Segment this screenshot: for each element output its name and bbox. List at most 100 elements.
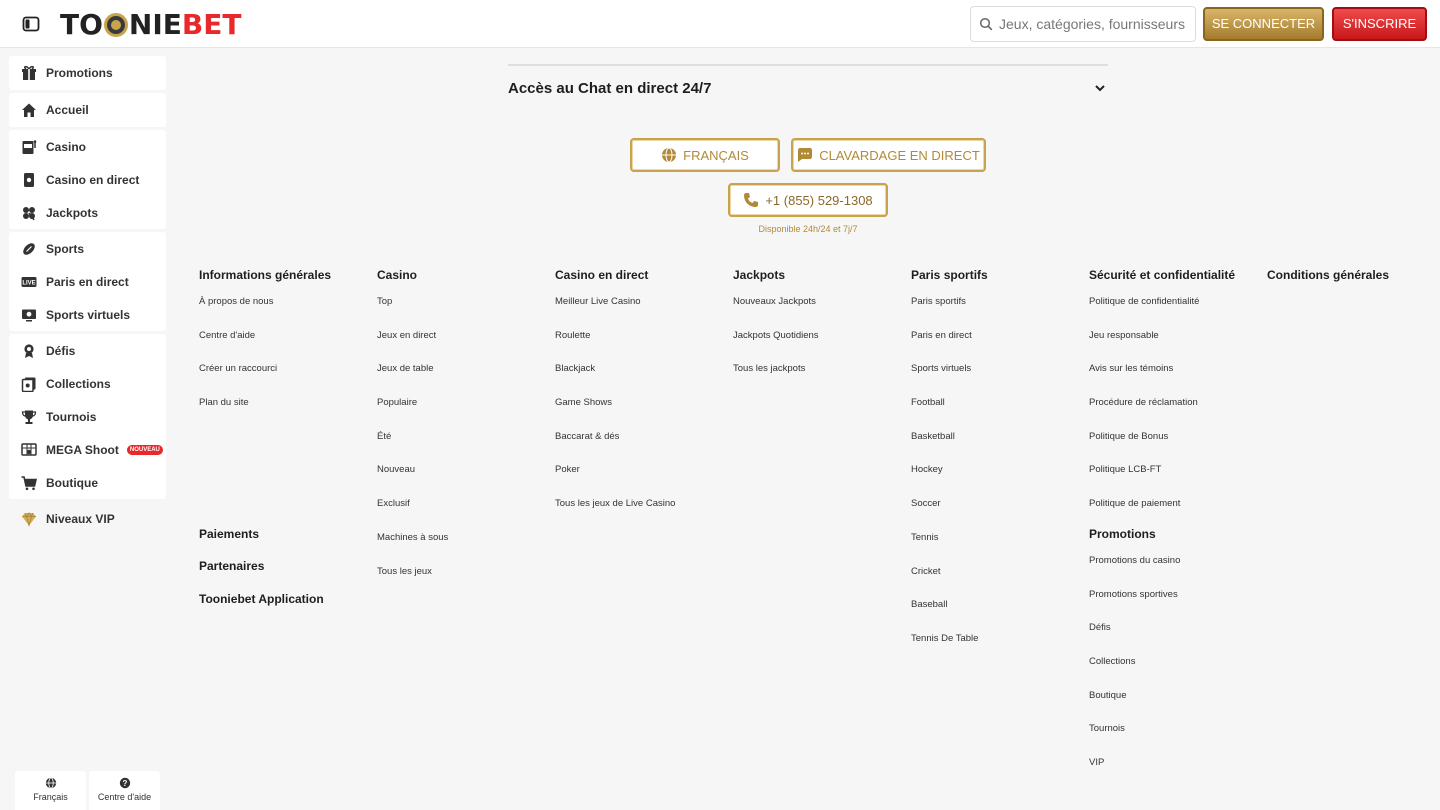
sidebar-item-home[interactable]: Accueil — [9, 93, 166, 127]
help-center-tab[interactable]: ? Centre d'aide — [89, 771, 160, 810]
footer-link[interactable]: Nouveau — [377, 464, 547, 498]
footer-link[interactable]: Tennis De Table — [911, 633, 1081, 667]
footer-link[interactable]: Tous les jackpots — [733, 363, 903, 397]
footer-link[interactable]: Soccer — [911, 498, 1081, 532]
footer-link[interactable]: Politique de confidentialité — [1089, 296, 1259, 330]
footer-link[interactable]: Politique de Bonus — [1089, 431, 1259, 465]
availability-text: Disponible 24h/24 et 7j/7 — [758, 224, 858, 234]
sidebar-toggle-icon[interactable] — [22, 15, 40, 33]
footer-link[interactable]: Jeux en direct — [377, 330, 547, 364]
footer-link[interactable]: Tennis — [911, 532, 1081, 566]
cart-icon — [21, 475, 37, 490]
footer-link[interactable]: Défis — [1089, 622, 1259, 656]
footer-link[interactable]: Meilleur Live Casino — [555, 296, 725, 330]
sidebar-item-label: Collections — [46, 376, 111, 391]
sidebar-item-challenges[interactable]: Défis — [9, 334, 166, 367]
search-box[interactable] — [970, 6, 1196, 42]
footer-column-jackpots: Jackpots Nouveaux Jackpots Jackpots Quot… — [733, 268, 903, 397]
login-button[interactable]: SE CONNECTER — [1203, 7, 1324, 41]
footer-link[interactable]: Paris en direct — [911, 330, 1081, 364]
footer-heading-app[interactable]: Tooniebet Application — [199, 592, 324, 606]
sidebar-item-virtual-sports[interactable]: Sports virtuels — [9, 298, 166, 331]
sidebar-item-mega-shoot[interactable]: MEGA Shoot NOUVEAU — [9, 433, 166, 466]
sidebar-item-tournaments[interactable]: Tournois — [9, 400, 166, 433]
live-icon: LIVE — [21, 276, 37, 287]
footer-link[interactable]: Jackpots Quotidiens — [733, 330, 903, 364]
footer-column-live-casino: Casino en direct Meilleur Live Casino Ro… — [555, 268, 725, 532]
footer-link[interactable]: Plan du site — [199, 397, 369, 431]
language-tab[interactable]: Français — [15, 771, 86, 810]
sidebar-item-vip[interactable]: Niveaux VIP — [9, 502, 166, 535]
sidebar-item-jackpots[interactable]: Jackpots — [9, 196, 166, 229]
footer-link[interactable]: Baseball — [911, 599, 1081, 633]
footer-link[interactable]: À propos de nous — [199, 296, 369, 330]
footer-column-title: Jackpots — [733, 268, 786, 282]
signup-button[interactable]: S'INSCRIRE — [1332, 7, 1427, 41]
footer-link[interactable]: Tous les jeux — [377, 566, 547, 600]
help-icon: ? — [119, 777, 130, 789]
live-chat-button[interactable]: CLAVARDAGE EN DIRECT — [791, 138, 986, 172]
globe-icon — [662, 147, 677, 163]
footer-link[interactable]: Jeu responsable — [1089, 330, 1259, 364]
tooniebet-logo[interactable]: TO NIEBET — [60, 8, 241, 41]
footer-column-title[interactable]: Conditions générales — [1267, 268, 1437, 282]
footer-link[interactable]: Blackjack — [555, 363, 725, 397]
footer-column-casino: Casino Top Jeux en direct Jeux de table … — [377, 268, 547, 599]
footer-link[interactable]: Baccarat & dés — [555, 431, 725, 465]
footer-link[interactable]: Promotions sportives — [1089, 589, 1259, 623]
footer-link[interactable]: Top — [377, 296, 547, 330]
sidebar-item-live-betting[interactable]: LIVE Paris en direct — [9, 265, 166, 298]
live-chat-accordion[interactable]: Accès au Chat en direct 24/7 — [508, 64, 1108, 110]
footer-link[interactable]: Tournois — [1089, 723, 1259, 757]
footer-link[interactable]: Roulette — [555, 330, 725, 364]
footer-link[interactable]: Poker — [555, 464, 725, 498]
footer-link[interactable]: Boutique — [1089, 690, 1259, 724]
phone-button[interactable]: +1 (855) 529-1308 — [728, 183, 888, 217]
footer-link[interactable]: Hockey — [911, 464, 1081, 498]
sidebar-item-live-casino[interactable]: Casino en direct — [9, 163, 166, 196]
language-button-label: FRANÇAIS — [683, 147, 749, 163]
footer-link[interactable]: Nouveaux Jackpots — [733, 296, 903, 330]
footer-link[interactable]: Game Shows — [555, 397, 725, 431]
footer-link[interactable]: Été — [377, 431, 547, 465]
footer-column-title: Paris sportifs — [911, 268, 988, 282]
search-input[interactable] — [999, 16, 1189, 32]
footer-link[interactable]: Créer un raccourci — [199, 363, 369, 397]
footer-link[interactable]: Basketball — [911, 431, 1081, 465]
footer-link[interactable]: Paris sportifs — [911, 296, 1081, 330]
footer-column-promotions: Promotions Promotions du casino Promotio… — [1089, 527, 1259, 791]
sidebar-item-shop[interactable]: Boutique — [9, 466, 166, 499]
footer-link[interactable]: Sports virtuels — [911, 363, 1081, 397]
footer-link[interactable]: Procédure de réclamation — [1089, 397, 1259, 431]
sidebar-item-label: Accueil — [46, 103, 89, 117]
sidebar-item-casino[interactable]: Casino — [9, 130, 166, 163]
sidebar-item-sports[interactable]: Sports — [9, 232, 166, 265]
sidebar-nav: Promotions Accueil Casino Casino en dire… — [9, 56, 166, 535]
footer-link[interactable]: Collections — [1089, 656, 1259, 690]
footer-link[interactable]: Jeux de table — [377, 363, 547, 397]
footer-link[interactable]: Centre d'aide — [199, 330, 369, 364]
footer-link[interactable]: Avis sur les témoins — [1089, 363, 1259, 397]
clover-icon — [23, 206, 35, 220]
footer-link[interactable]: Cricket — [911, 566, 1081, 600]
sidebar-item-collections[interactable]: Collections — [9, 367, 166, 400]
sidebar-group-casino: Casino Casino en direct Jackpots — [9, 130, 166, 229]
footer-link[interactable]: VIP — [1089, 757, 1259, 791]
footer-link[interactable]: Exclusif — [377, 498, 547, 532]
sidebar-item-promotions[interactable]: Promotions — [9, 56, 166, 90]
footer-link[interactable]: Promotions du casino — [1089, 555, 1259, 589]
chevron-down-icon[interactable] — [1094, 82, 1106, 94]
footer-heading-payments[interactable]: Paiements — [199, 527, 259, 541]
language-button[interactable]: FRANÇAIS — [630, 138, 780, 172]
svg-text:?: ? — [122, 779, 127, 788]
sidebar-item-label: Tournois — [46, 409, 97, 424]
sidebar-group-rewards: Défis Collections Tournois MEGA Shoot NO… — [9, 334, 166, 499]
footer-link[interactable]: Politique LCB-FT — [1089, 464, 1259, 498]
footer-link[interactable]: Tous les jeux de Live Casino — [555, 498, 725, 532]
sidebar-item-label: Défis — [46, 343, 76, 358]
footer-link[interactable]: Populaire — [377, 397, 547, 431]
footer-link[interactable]: Machines à sous — [377, 532, 547, 566]
footer-heading-partners[interactable]: Partenaires — [199, 559, 264, 573]
footer-column-title: Casino en direct — [555, 268, 649, 282]
footer-link[interactable]: Football — [911, 397, 1081, 431]
